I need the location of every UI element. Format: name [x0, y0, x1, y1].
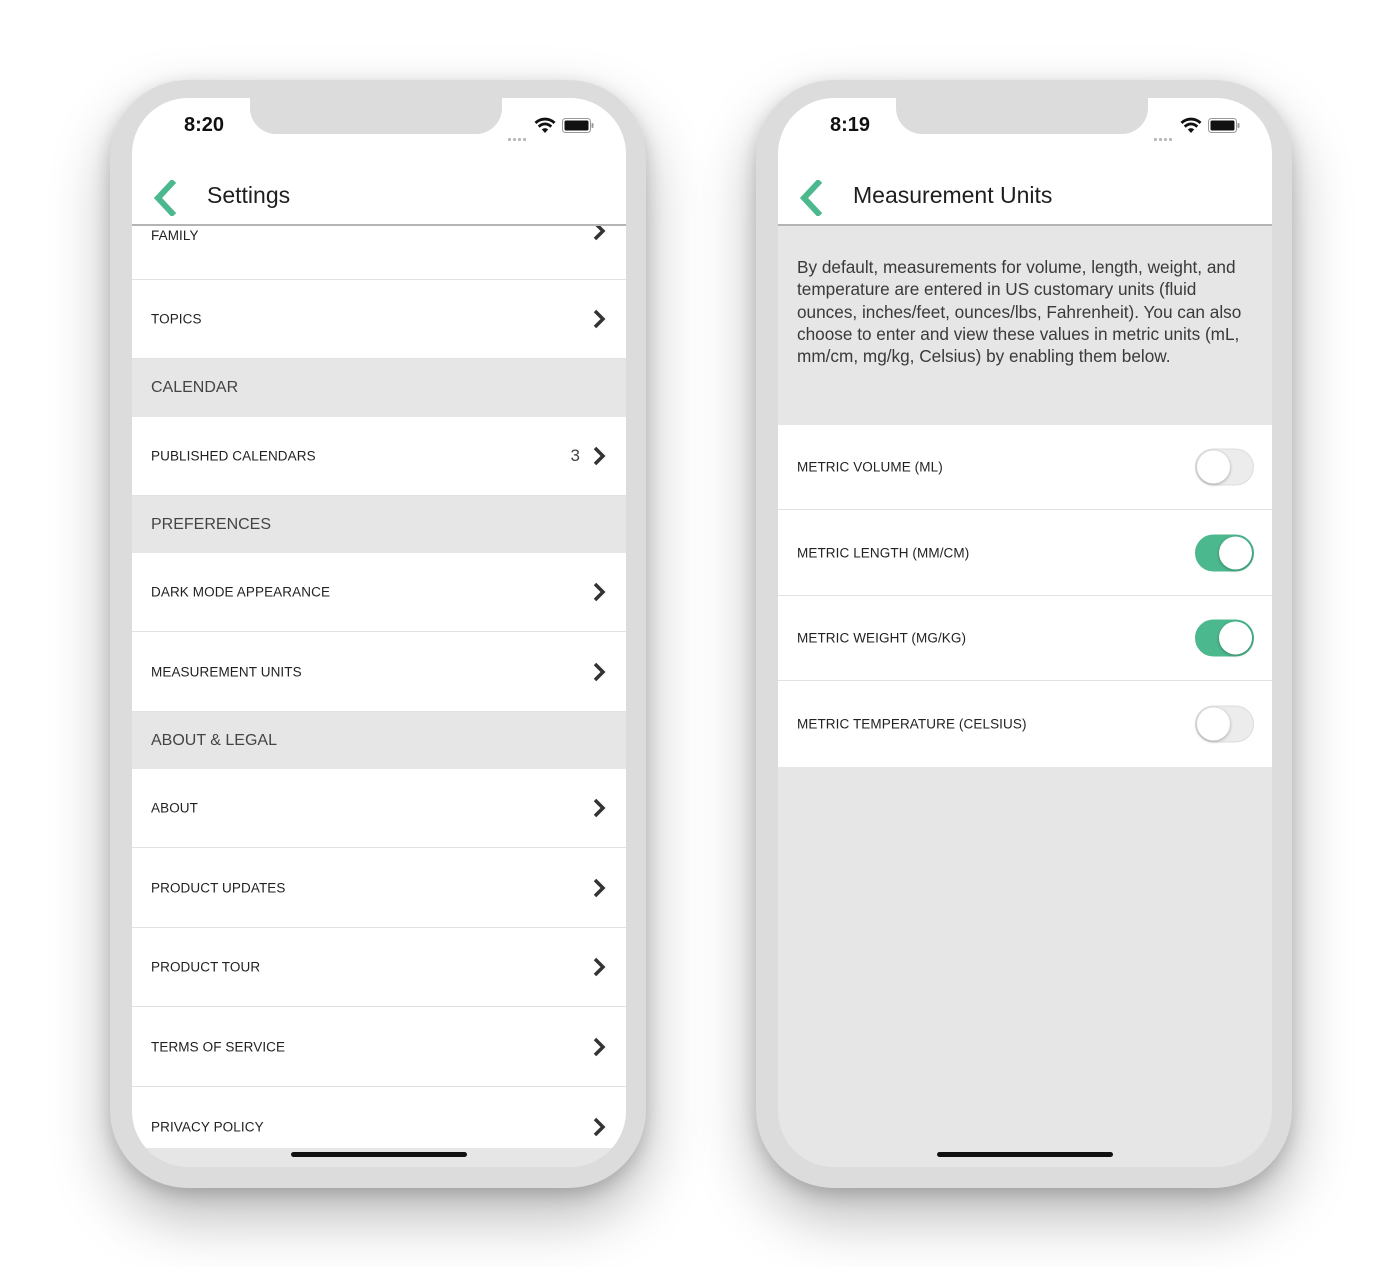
measurement-units-screen: 8:19 Measurement Units By default, measu…: [778, 98, 1272, 1167]
chevron-right-icon: [593, 798, 606, 818]
row-label: TOPICS: [151, 311, 202, 327]
row-label: PRODUCT TOUR: [151, 959, 261, 975]
section-label: PREFERENCES: [151, 515, 272, 533]
settings-row-terms-of-service[interactable]: TERMS OF SERVICE: [132, 1007, 626, 1087]
back-chevron-icon[interactable]: [152, 180, 178, 216]
settings-row-topics[interactable]: TOPICS: [132, 280, 626, 359]
section-header-calendar: CALENDAR: [132, 359, 626, 417]
row-label: FAMILY: [151, 228, 199, 243]
measurement-units-content: By default, measurements for volume, len…: [778, 98, 1272, 1167]
toggle-row-metric-volume: METRIC VOLUME (ML): [778, 425, 1272, 510]
status-time: 8:20: [184, 114, 225, 136]
section-header-about-legal: ABOUT & LEGAL: [132, 712, 626, 769]
phone-frame-settings: 8:20 Settings FAMILY TOPICS CALENDAR PUB…: [110, 80, 646, 1188]
settings-row-product-updates[interactable]: PRODUCT UPDATES: [132, 848, 626, 928]
metric-volume-toggle[interactable]: [1195, 448, 1254, 486]
settings-row-family[interactable]: FAMILY: [132, 221, 626, 280]
chevron-right-icon: [593, 582, 606, 602]
row-label: MEASUREMENT UNITS: [151, 664, 302, 679]
section-label: ABOUT & LEGAL: [151, 731, 277, 749]
chevron-right-icon: [593, 309, 606, 329]
settings-row-published-calendars[interactable]: PUBLISHED CALENDARS 3: [132, 417, 626, 496]
row-label: METRIC VOLUME (ML): [797, 459, 943, 475]
page-title: Measurement Units: [853, 182, 1053, 208]
metric-weight-toggle[interactable]: [1195, 619, 1254, 657]
toggle-knob: [1219, 621, 1252, 655]
notch: [896, 98, 1148, 134]
home-indicator[interactable]: [291, 1152, 467, 1157]
count-badge: 3: [570, 446, 580, 465]
units-description: By default, measurements for volume, len…: [797, 257, 1242, 367]
chevron-right-icon: [593, 662, 606, 681]
settings-screen: 8:20 Settings FAMILY TOPICS CALENDAR PUB…: [132, 98, 626, 1167]
section-label: CALENDAR: [151, 379, 239, 396]
toggle-knob: [1219, 536, 1252, 569]
row-label: ABOUT: [151, 800, 199, 816]
settings-row-measurement-units[interactable]: MEASUREMENT UNITS: [132, 632, 626, 712]
settings-row-dark-mode[interactable]: DARK MODE APPEARANCE: [132, 553, 626, 632]
row-label: METRIC LENGTH (MM/CM): [797, 545, 970, 560]
toggle-row-metric-temperature: METRIC TEMPERATURE (CELSIUS): [778, 681, 1272, 767]
chevron-right-icon: [593, 1037, 606, 1056]
chevron-right-icon: [593, 446, 606, 466]
chevron-right-icon: [593, 1117, 606, 1137]
battery-icon: [1208, 118, 1240, 133]
toggle-knob: [1197, 707, 1230, 741]
wifi-icon: [534, 117, 556, 133]
settings-row-product-tour[interactable]: PRODUCT TOUR: [132, 928, 626, 1007]
row-label: PRODUCT UPDATES: [151, 880, 286, 895]
back-chevron-icon[interactable]: [798, 180, 824, 216]
navigation-bar: Settings: [132, 170, 626, 226]
metric-length-toggle[interactable]: [1195, 534, 1254, 571]
row-label: METRIC WEIGHT (MG/KG): [797, 630, 967, 646]
navigation-bar: Measurement Units: [778, 170, 1272, 226]
metric-temperature-toggle[interactable]: [1195, 705, 1254, 743]
toggle-row-metric-length: METRIC LENGTH (MM/CM): [778, 510, 1272, 596]
row-label: PUBLISHED CALENDARS: [151, 448, 316, 464]
list-footer: [132, 1148, 626, 1167]
settings-row-about[interactable]: ABOUT: [132, 769, 626, 848]
row-label: METRIC TEMPERATURE (CELSIUS): [797, 716, 1027, 732]
row-label: DARK MODE APPEARANCE: [151, 584, 331, 600]
signal-icon: [508, 128, 530, 141]
notch: [250, 98, 502, 134]
status-time: 8:19: [830, 114, 871, 136]
settings-row-privacy-policy[interactable]: PRIVACY POLICY: [132, 1087, 626, 1148]
settings-list: FAMILY TOPICS CALENDAR PUBLISHED CALENDA…: [132, 98, 626, 1167]
chevron-right-icon: [593, 957, 606, 977]
phone-frame-measurement-units: 8:19 Measurement Units By default, measu…: [756, 80, 1292, 1188]
signal-icon: [1154, 128, 1176, 141]
toggle-knob: [1197, 450, 1230, 484]
wifi-icon: [1180, 117, 1202, 133]
section-header-preferences: PREFERENCES: [132, 496, 626, 553]
page-title: Settings: [207, 182, 291, 208]
row-label: PRIVACY POLICY: [151, 1119, 264, 1135]
battery-icon: [562, 118, 594, 133]
chevron-right-icon: [593, 878, 606, 897]
row-label: TERMS OF SERVICE: [151, 1039, 286, 1054]
home-indicator[interactable]: [937, 1152, 1113, 1157]
toggle-row-metric-weight: METRIC WEIGHT (MG/KG): [778, 596, 1272, 681]
